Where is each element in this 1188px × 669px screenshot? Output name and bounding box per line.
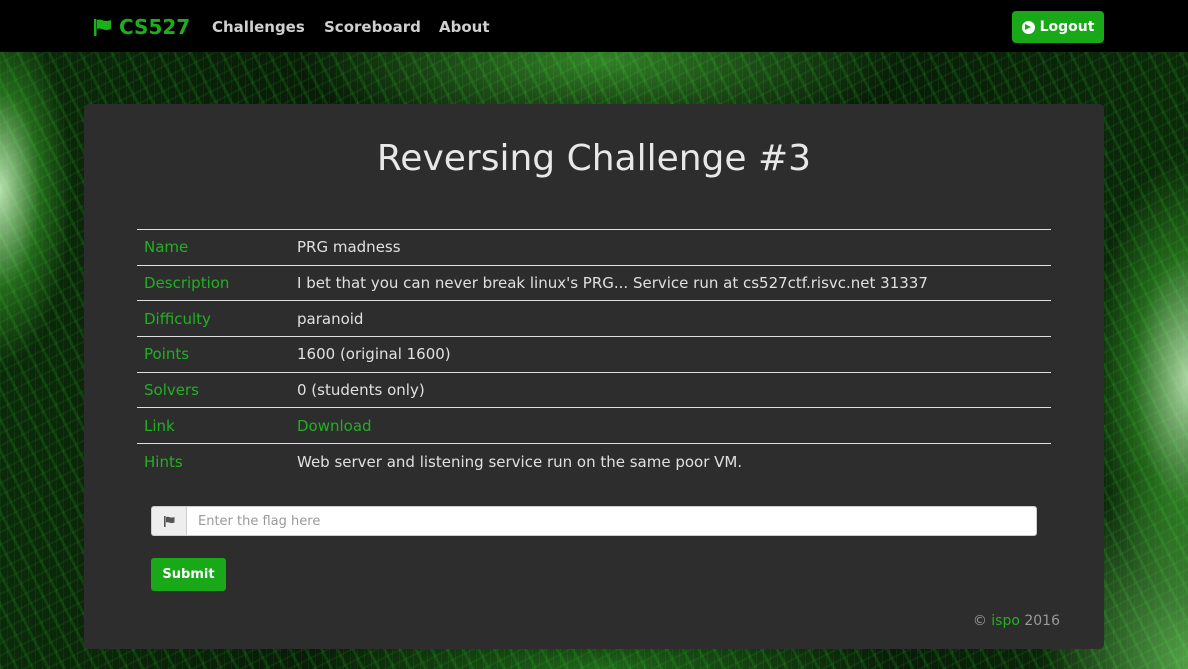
row-label-description: Description — [144, 274, 230, 293]
row-value-name: PRG madness — [297, 238, 401, 257]
footer-year: 2016 — [1024, 613, 1060, 629]
row-label-hints: Hints — [144, 452, 183, 471]
nav-about[interactable]: About — [439, 17, 490, 37]
table-row: Hints Web server and listening service r… — [137, 443, 1051, 480]
row-label-link: Link — [144, 416, 175, 435]
copyright-symbol: © — [972, 613, 987, 629]
table-row: Difficulty paranoid — [137, 300, 1051, 337]
submit-button[interactable]: Submit — [151, 558, 226, 591]
logout-label: Logout — [1039, 19, 1095, 35]
nav-scoreboard[interactable]: Scoreboard — [324, 17, 421, 37]
row-label-name: Name — [144, 238, 189, 257]
table-row: Description I bet that you can never bre… — [137, 265, 1051, 301]
table-row: Name PRG madness — [137, 229, 1051, 266]
row-value-solvers: 0 (students only) — [297, 381, 425, 400]
flag-input-group — [151, 506, 1037, 536]
row-label-solvers: Solvers — [144, 381, 199, 400]
flag-input[interactable] — [186, 506, 1037, 536]
brand-label: CS527 — [119, 15, 191, 39]
row-value-description: I bet that you can never break linux's P… — [297, 274, 928, 293]
flag-icon — [94, 18, 111, 36]
table-row: Link Download — [137, 407, 1051, 444]
logout-button[interactable]: Logout — [1012, 11, 1104, 43]
brand-link[interactable]: CS527 — [94, 13, 190, 41]
flag-addon — [151, 506, 186, 536]
challenge-details-table: Name PRG madness Description I bet that … — [137, 229, 1051, 479]
table-row: Points 1600 (original 1600) — [137, 336, 1051, 373]
footer: © ispo 2016 — [900, 613, 1060, 629]
page-title: Reversing Challenge #3 — [376, 138, 812, 179]
row-label-difficulty: Difficulty — [144, 309, 211, 328]
row-value-link: Download — [290, 408, 1051, 444]
row-value-points: 1600 (original 1600) — [297, 345, 451, 364]
arrow-circle-right-icon — [1021, 20, 1035, 34]
row-value-hints: Web server and listening service run on … — [297, 452, 743, 471]
row-value-difficulty: paranoid — [297, 309, 364, 328]
table-row: Solvers 0 (students only) — [137, 372, 1051, 408]
row-label-points: Points — [144, 345, 190, 364]
flag-icon — [163, 515, 174, 527]
download-link[interactable]: Download — [297, 417, 372, 435]
nav-challenges[interactable]: Challenges — [212, 17, 305, 37]
author-link[interactable]: ispo — [991, 613, 1020, 629]
top-navbar: CS527 Challenges Scoreboard About Logout — [0, 0, 1188, 52]
